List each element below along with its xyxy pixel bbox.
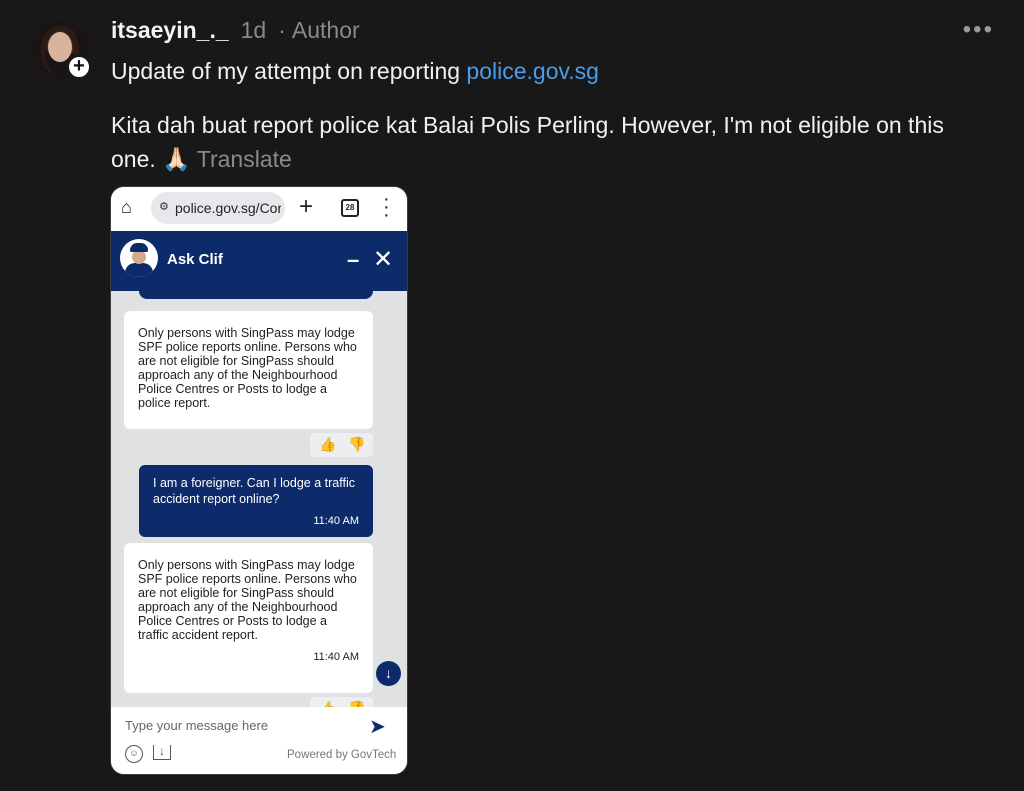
thumbs-up-icon: 👍: [319, 700, 336, 707]
tab-count: 28: [341, 199, 359, 217]
more-horizontal-icon[interactable]: •••: [963, 16, 994, 44]
username[interactable]: itsaeyin_._: [111, 17, 229, 44]
post-line-1: Update of my attempt on reporting police…: [111, 58, 599, 85]
message-input: [123, 717, 357, 734]
chat-input-bar: ➤ ☺ ↓ Powered by GovTech: [111, 707, 407, 774]
bot-name: Ask Clif: [167, 251, 223, 268]
line1-text: Update of my attempt on reporting: [111, 58, 467, 84]
thumbs-up-icon: 👍: [319, 436, 337, 452]
bot-avatar: [120, 239, 158, 277]
feedback-2: 👍 👎: [310, 697, 373, 707]
police-link[interactable]: police.gov.sg: [466, 58, 599, 84]
url-bar: ⚙ police.gov.sg/Cor: [151, 192, 285, 224]
emoji-icon: ☺: [125, 745, 143, 763]
browser-menu-icon: · · ·: [383, 188, 390, 226]
post-header: itsaeyin_._ 1d · Author: [111, 17, 360, 49]
bot-message-2-time: 11:40 AM: [313, 651, 359, 663]
bot-avatar-face: [132, 250, 146, 264]
bot-avatar-body: [125, 263, 153, 277]
bot-message-2: Only persons with SingPass may lodge SPF…: [124, 543, 373, 693]
browser-toolbar: ⌂ ⚙ police.gov.sg/Cor + 28 · · ·: [111, 187, 407, 231]
user-message-text: I am a foreigner. Can I lodge a traffic …: [153, 476, 355, 506]
feedback-1: 👍 👎: [310, 433, 373, 457]
chat-header: Ask Clif – ✕: [111, 231, 407, 291]
download-icon: ↓: [153, 745, 171, 760]
bot-message-2-text: Only persons with SingPass may lodge SPF…: [138, 558, 357, 642]
thumbs-down-icon: 👎: [348, 700, 365, 707]
minimize-icon: –: [347, 247, 360, 272]
author-label: Author: [291, 17, 360, 43]
follow-plus-icon[interactable]: +: [66, 54, 92, 80]
previous-message-tail: [139, 291, 373, 299]
new-tab-icon: +: [299, 193, 314, 220]
separator-dot: ·: [278, 17, 286, 43]
thumbs-down-icon: 👎: [348, 436, 366, 452]
send-icon: ➤: [369, 716, 386, 738]
close-icon: ✕: [373, 246, 394, 273]
post-body: Kita dah buat report police kat Balai Po…: [111, 108, 991, 176]
site-settings-icon: ⚙: [159, 201, 169, 213]
post-time: 1d: [240, 17, 267, 43]
powered-by: Powered by GovTech: [287, 749, 397, 761]
bot-message-1-text: Only persons with SingPass may lodge SPF…: [138, 326, 357, 410]
post-image[interactable]: ⌂ ⚙ police.gov.sg/Cor + 28 · · · Ask Clif …: [110, 186, 408, 775]
home-icon: ⌂: [121, 197, 132, 217]
scroll-down-icon: ↓: [376, 661, 401, 686]
chat-messages: Only persons with SingPass may lodge SPF…: [111, 291, 407, 707]
user-message-time: 11:40 AM: [313, 515, 359, 527]
bot-message-1: Only persons with SingPass may lodge SPF…: [124, 311, 373, 429]
translate-link[interactable]: Translate: [197, 146, 292, 172]
user-message: I am a foreigner. Can I lodge a traffic …: [139, 465, 373, 537]
url-text: police.gov.sg/Cor: [175, 200, 281, 216]
bot-avatar-cap: [130, 243, 148, 252]
